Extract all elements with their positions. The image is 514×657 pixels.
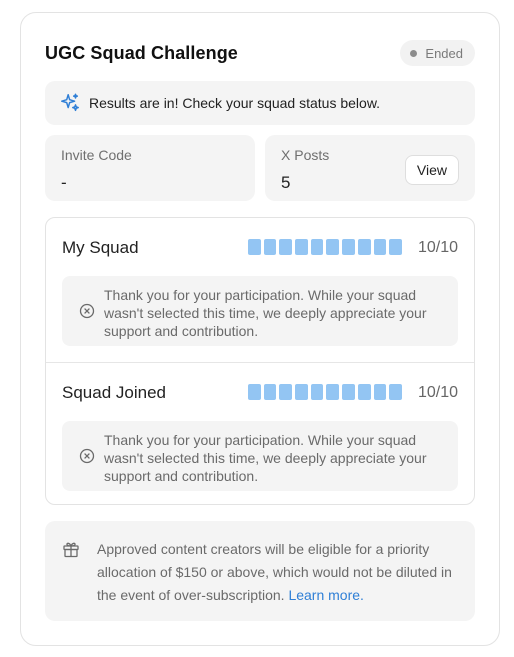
my-squad-section: My Squad 10/10 Thank you for your partic… bbox=[46, 218, 474, 362]
squad-progress-bar bbox=[248, 239, 402, 255]
progress-segment bbox=[326, 384, 340, 400]
squad-count: 10/10 bbox=[417, 384, 458, 401]
card-header: UGC Squad Challenge Ended bbox=[45, 40, 475, 66]
progress-segment bbox=[357, 239, 371, 255]
status-dot-icon bbox=[410, 49, 418, 57]
squad-status-note: Thank you for your participation. While … bbox=[62, 421, 458, 491]
squad-name: My Squad bbox=[62, 238, 139, 257]
sparkle-icon bbox=[61, 93, 79, 112]
progress-segment bbox=[373, 384, 387, 400]
reward-info-box: Approved content creators will be eligib… bbox=[45, 521, 475, 621]
progress-segment bbox=[373, 239, 387, 255]
learn-more-link[interactable]: Learn more. bbox=[288, 587, 363, 603]
gift-icon bbox=[63, 542, 79, 558]
reward-text: Approved content creators will be eligib… bbox=[97, 538, 463, 607]
progress-segment bbox=[342, 239, 355, 255]
progress-segment bbox=[295, 239, 308, 255]
progress-segment bbox=[326, 239, 340, 255]
results-banner: Results are in! Check your squad status … bbox=[45, 81, 475, 125]
status-label: Ended bbox=[425, 45, 463, 61]
progress-segment bbox=[389, 239, 402, 255]
squad-name: Squad Joined bbox=[62, 383, 166, 402]
view-posts-button[interactable]: View bbox=[404, 155, 459, 185]
squads-panel: My Squad 10/10 Thank you for your partic… bbox=[45, 217, 475, 505]
progress-segment bbox=[295, 384, 308, 400]
progress-segment bbox=[248, 384, 261, 400]
invite-code-label: Invite Code bbox=[61, 147, 132, 163]
squad-progress-bar bbox=[248, 384, 402, 400]
squad-note-text: Thank you for your participation. While … bbox=[104, 432, 427, 484]
progress-segment bbox=[279, 384, 293, 400]
x-circle-icon bbox=[79, 448, 95, 464]
banner-text: Results are in! Check your squad status … bbox=[89, 95, 381, 111]
x-posts-label: X Posts bbox=[281, 147, 330, 163]
progress-segment bbox=[279, 239, 293, 255]
x-posts-box: X Posts 5 View bbox=[265, 135, 475, 201]
squad-challenge-card: UGC Squad Challenge Ended Results are in… bbox=[20, 12, 500, 646]
progress-segment bbox=[248, 239, 261, 255]
progress-segment bbox=[310, 384, 324, 400]
reward-description: Approved content creators will be eligib… bbox=[97, 541, 452, 603]
page-title: UGC Squad Challenge bbox=[45, 42, 238, 63]
progress-segment bbox=[342, 384, 355, 400]
progress-segment bbox=[357, 384, 371, 400]
progress-segment bbox=[263, 239, 277, 255]
progress-segment bbox=[389, 384, 402, 400]
progress-segment bbox=[263, 384, 277, 400]
status-badge: Ended bbox=[400, 40, 475, 66]
invite-code-value: - bbox=[61, 173, 67, 192]
squad-status-note: Thank you for your participation. While … bbox=[62, 276, 458, 346]
x-circle-icon bbox=[79, 303, 95, 319]
invite-code-box: Invite Code - bbox=[45, 135, 255, 201]
squad-count: 10/10 bbox=[417, 239, 458, 256]
x-posts-value: 5 bbox=[281, 173, 291, 192]
progress-segment bbox=[310, 239, 324, 255]
squad-joined-section: Squad Joined 10/10 Thank you for your pa… bbox=[46, 362, 474, 506]
squad-note-text: Thank you for your participation. While … bbox=[104, 287, 427, 339]
